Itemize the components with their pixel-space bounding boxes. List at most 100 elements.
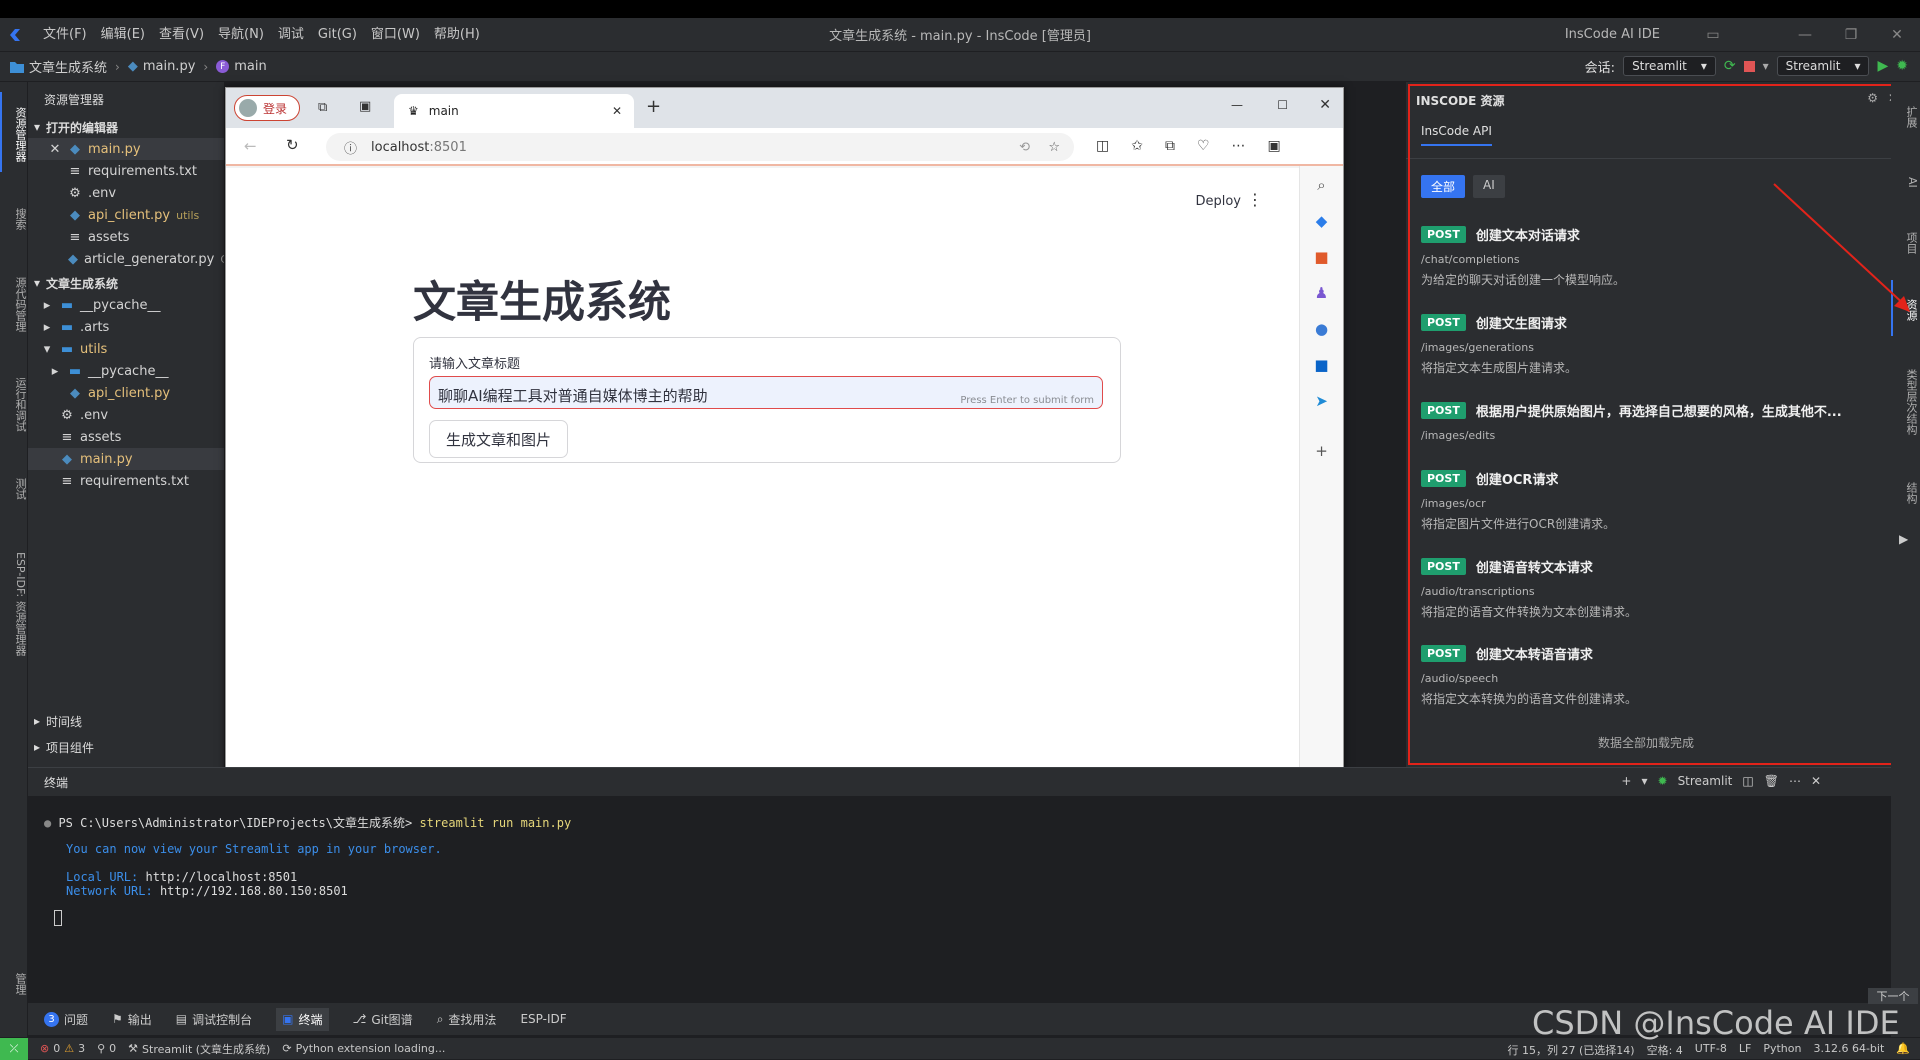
favorites-icon[interactable]: ✩: [1131, 138, 1143, 154]
activity-search[interactable]: 搜索: [0, 192, 28, 242]
activity-run-debug[interactable]: 运行和调试: [0, 362, 28, 442]
close-icon[interactable]: ✕: [1811, 774, 1821, 788]
open-editor-item[interactable]: ◆ api_client.py utils: [28, 204, 224, 226]
language-mode[interactable]: Python: [1763, 1042, 1801, 1058]
add-icon[interactable]: +: [1315, 442, 1328, 460]
menu-help[interactable]: 帮助(H): [427, 18, 487, 52]
cursor-position[interactable]: 行 15，列 27 (已选择14): [1508, 1042, 1635, 1058]
refresh-icon[interactable]: ⟳: [1724, 58, 1736, 74]
activity-explorer[interactable]: 资源管理器: [0, 92, 28, 172]
debug-icon[interactable]: ✹: [1896, 58, 1908, 74]
outlook-icon[interactable]: ■: [1314, 356, 1328, 374]
tab-output[interactable]: ⚑ 输出: [112, 1011, 152, 1028]
more-icon[interactable]: ⋯: [1232, 138, 1246, 154]
bell-icon[interactable]: 🔔: [1896, 1042, 1910, 1058]
api-item[interactable]: POST 创建OCR请求 /images/ocr 将指定图片文件进行OCR创建请求…: [1421, 468, 1881, 532]
menu-edit[interactable]: 编辑(E): [94, 18, 152, 52]
ports-status[interactable]: ⚲ 0: [97, 1042, 116, 1055]
menu-navigate[interactable]: 导航(N): [211, 18, 271, 52]
close-icon[interactable]: ✕: [48, 142, 62, 157]
gear-icon[interactable]: ⚙: [1867, 91, 1878, 105]
api-item[interactable]: POST 创建文生图请求 /images/generations 将指定文本生成图…: [1421, 312, 1881, 376]
tree-item[interactable]: ▸ ▬ __pycache__: [28, 294, 224, 316]
add-terminal-icon[interactable]: +: [1621, 774, 1631, 788]
tree-item[interactable]: ◆ api_client.py: [28, 382, 224, 404]
browser-tab[interactable]: ♛ main ✕: [394, 94, 634, 128]
url-field[interactable]: ⓘ localhost:8501 ⟲ ☆: [326, 133, 1074, 161]
tree-item[interactable]: ▾ ▬ utils: [28, 338, 224, 360]
tree-item[interactable]: ≡ requirements.txt: [28, 470, 224, 492]
breadcrumb-project[interactable]: 文章生成系统: [10, 57, 107, 76]
activity-test[interactable]: 测试: [0, 462, 28, 512]
problems-status[interactable]: ⊗ 0 ⚠ 3: [40, 1042, 85, 1055]
chevron-down-icon[interactable]: ▾: [1763, 59, 1769, 73]
terminal-profile[interactable]: Streamlit: [1678, 774, 1733, 788]
browser-essentials-icon[interactable]: ♡: [1197, 138, 1210, 154]
back-icon[interactable]: ←: [244, 137, 257, 155]
tree-item[interactable]: ◆ main.py: [28, 448, 224, 470]
close-tab-icon[interactable]: ✕: [612, 104, 622, 118]
tree-item[interactable]: ⚙ .env: [28, 404, 224, 426]
chevron-down-icon[interactable]: ▾: [1641, 774, 1647, 788]
generate-button[interactable]: 生成文章和图片: [429, 420, 568, 458]
terminal-cursor[interactable]: [54, 910, 62, 926]
menu-file[interactable]: 文件(F): [36, 18, 94, 52]
breadcrumb-file[interactable]: ◆ main.py: [128, 59, 196, 74]
api-item[interactable]: POST 根据用户提供原始图片，再选择自己想要的风格，生成其他不... /imag…: [1421, 400, 1881, 442]
main-menu-icon[interactable]: ⋮: [1247, 190, 1263, 209]
local-url[interactable]: http://localhost:8501: [145, 870, 297, 884]
activity-extensions[interactable]: 扩展: [1891, 90, 1919, 140]
play-icon[interactable]: ▶: [1899, 532, 1908, 546]
timeline-header[interactable]: ▸ 时间线: [28, 710, 224, 732]
split-icon[interactable]: ◫: [1742, 774, 1753, 788]
filter-all[interactable]: 全部: [1421, 175, 1466, 198]
line-ending[interactable]: LF: [1739, 1042, 1751, 1058]
network-url[interactable]: http://192.168.80.150:8501: [160, 884, 348, 898]
minimize-icon[interactable]: —: [1231, 98, 1243, 112]
run-config-select[interactable]: Streamlit ▾: [1776, 56, 1870, 76]
open-editor-item[interactable]: ≡ assets: [28, 226, 224, 248]
tab-actions-icon[interactable]: ▣: [359, 99, 371, 114]
more-icon[interactable]: ⋯: [1789, 774, 1801, 788]
maximize-icon[interactable]: ☐: [1277, 98, 1288, 112]
favorite-star-icon[interactable]: ☆: [1048, 140, 1060, 155]
workspaces-icon[interactable]: ⧉: [318, 100, 327, 115]
encoding[interactable]: UTF-8: [1695, 1042, 1727, 1058]
tab-inscode-api[interactable]: InsCode API: [1421, 124, 1492, 146]
search-icon[interactable]: ⌕: [1317, 176, 1325, 194]
open-editor-item[interactable]: ⚙ .env: [28, 182, 224, 204]
games-icon[interactable]: ♟: [1315, 284, 1328, 302]
reload-icon[interactable]: ↻: [286, 136, 299, 154]
project-header[interactable]: ▾ 文章生成系统: [28, 272, 224, 294]
close-icon[interactable]: ✕: [1874, 18, 1920, 52]
deploy-button[interactable]: Deploy: [1195, 194, 1241, 209]
tree-item[interactable]: ▸ ▬ .arts: [28, 316, 224, 338]
activity-scm[interactable]: 源代码管理: [0, 262, 28, 342]
translate-icon[interactable]: ⟲: [1019, 140, 1030, 155]
collections-icon[interactable]: ⧉: [1165, 138, 1175, 154]
menu-git[interactable]: Git(G): [311, 18, 364, 52]
tab-problems[interactable]: 3 问题: [44, 1011, 88, 1028]
interpreter[interactable]: 3.12.6 64-bit: [1813, 1042, 1884, 1058]
filter-ai[interactable]: AI: [1473, 175, 1505, 198]
components-header[interactable]: ▸ 项目组件: [28, 736, 224, 758]
copilot-icon[interactable]: ●: [1315, 320, 1328, 338]
tools-icon[interactable]: ■: [1314, 248, 1328, 266]
menu-debug[interactable]: 调试: [271, 18, 311, 52]
api-item[interactable]: POST 创建语音转文本请求 /audio/transcriptions 将指定的…: [1421, 556, 1881, 620]
tree-item[interactable]: ≡ assets: [28, 426, 224, 448]
menu-view[interactable]: 查看(V): [152, 18, 211, 52]
close-window-icon[interactable]: ✕: [1319, 97, 1331, 113]
send-icon[interactable]: ➤: [1315, 392, 1328, 410]
open-editor-item[interactable]: ◆article_generator.pyC: [28, 248, 224, 270]
tab-esp-idf[interactable]: ESP-IDF: [520, 1012, 566, 1026]
trash-icon[interactable]: 🗑: [1764, 774, 1779, 788]
streamlit-status[interactable]: ⚒ Streamlit (文章生成系统): [128, 1041, 270, 1057]
breadcrumb-symbol[interactable]: F main: [216, 59, 267, 74]
api-item[interactable]: POST 创建文本转语音请求 /audio/speech 将指定文本转换为的语音文…: [1421, 643, 1881, 707]
restore-icon[interactable]: ❐: [1828, 18, 1874, 52]
activity-esp-idf[interactable]: ESP-IDF: 资源管理器: [0, 537, 28, 667]
activity-structure[interactable]: 结构: [1891, 466, 1919, 516]
sidebar-toggle-icon[interactable]: ▣: [1268, 138, 1281, 154]
open-editor-item[interactable]: ≡ requirements.txt: [28, 160, 224, 182]
